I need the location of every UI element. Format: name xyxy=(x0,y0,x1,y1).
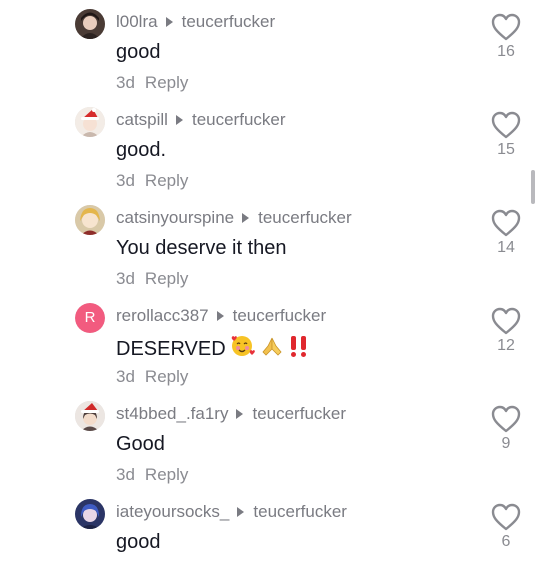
like-count: 14 xyxy=(497,239,515,256)
like-heart-icon[interactable] xyxy=(490,306,522,336)
like-count: 15 xyxy=(497,141,515,158)
comment-footer: 3d Reply xyxy=(116,269,188,289)
comment-text: good. xyxy=(116,139,167,161)
comment-item: catspill teucerfucker good. 3d Reply 15 xyxy=(0,98,540,196)
comment-item: iateyoursocks_ teucerfucker good 6 xyxy=(0,490,540,588)
reply-arrow-icon xyxy=(175,115,183,126)
like-count: 16 xyxy=(497,43,515,60)
reply-arrow-icon xyxy=(237,507,245,518)
like-heart-icon[interactable] xyxy=(490,208,522,238)
username-link[interactable]: st4bbed_.fa1ry xyxy=(116,404,228,423)
comment-meta: catspill teucerfucker xyxy=(116,109,286,131)
double-exclamation-icon xyxy=(288,334,310,364)
folded-hands-icon xyxy=(260,334,284,364)
reply-to-username[interactable]: teucerfucker xyxy=(253,502,347,521)
comment-footer: 3d Reply xyxy=(116,73,188,93)
comment-text: good xyxy=(116,41,161,63)
comment-footer: 3d Reply xyxy=(116,171,188,191)
comment-meta: st4bbed_.fa1ry teucerfucker xyxy=(116,403,346,425)
avatar-letter-icon[interactable]: R xyxy=(75,303,105,333)
comment-meta: rerollacc387 teucerfucker xyxy=(116,305,326,327)
scrollbar-thumb[interactable] xyxy=(531,170,535,204)
comment-footer: 3d Reply xyxy=(116,367,188,387)
reply-button[interactable]: Reply xyxy=(145,171,188,190)
comment-item: l00lra teucerfucker good 3d Reply 16 xyxy=(0,0,540,98)
comment-age: 3d xyxy=(116,269,135,288)
comment-meta: iateyoursocks_ teucerfucker xyxy=(116,501,347,523)
comment-meta: l00lra teucerfucker xyxy=(116,11,275,33)
avatar-letter: R xyxy=(75,303,105,333)
comment-item: R rerollacc387 teucerfucker DESERVED 3d Re… xyxy=(0,294,540,392)
avatar-santa-hat-dark-icon[interactable] xyxy=(75,401,105,431)
like-heart-icon[interactable] xyxy=(490,404,522,434)
comment-age: 3d xyxy=(116,171,135,190)
avatar-santa-hat-icon[interactable] xyxy=(75,107,105,137)
reply-button[interactable]: Reply xyxy=(145,269,188,288)
comment-age: 3d xyxy=(116,367,135,386)
like-count: 12 xyxy=(497,337,515,354)
reply-to-username[interactable]: teucerfucker xyxy=(258,208,352,227)
reply-arrow-icon xyxy=(236,409,244,420)
comment-item: st4bbed_.fa1ry teucerfucker Good 3d Reply … xyxy=(0,392,540,490)
reply-button[interactable]: Reply xyxy=(145,73,188,92)
avatar-blonde-icon[interactable] xyxy=(75,205,105,235)
username-link[interactable]: rerollacc387 xyxy=(116,306,209,325)
reply-to-username[interactable]: teucerfucker xyxy=(182,12,276,31)
comment-age: 3d xyxy=(116,73,135,92)
comment-item: catsinyourspine teucerfucker You deserve … xyxy=(0,196,540,294)
username-link[interactable]: iateyoursocks_ xyxy=(116,502,229,521)
comment-text-main: DESERVED xyxy=(116,338,226,360)
reply-to-username[interactable]: teucerfucker xyxy=(252,404,346,423)
reply-button[interactable]: Reply xyxy=(145,367,188,386)
like-heart-icon[interactable] xyxy=(490,502,522,532)
comment-text: You deserve it then xyxy=(116,237,287,259)
avatar-dark-hair-icon[interactable] xyxy=(75,9,105,39)
like-count: 9 xyxy=(501,435,511,452)
comment-age: 3d xyxy=(116,465,135,484)
comment-meta: catsinyourspine teucerfucker xyxy=(116,207,352,229)
comment-list: l00lra teucerfucker good 3d Reply 16 catsp… xyxy=(0,0,540,557)
reply-button[interactable]: Reply xyxy=(145,465,188,484)
avatar-blue-hair-icon[interactable] xyxy=(75,499,105,529)
username-link[interactable]: catspill xyxy=(116,110,168,129)
reply-arrow-icon xyxy=(242,213,250,224)
comment-footer: 3d Reply xyxy=(116,465,188,485)
like-count: 6 xyxy=(501,533,511,550)
smiling-face-with-hearts-icon xyxy=(230,334,256,364)
reply-to-username[interactable]: teucerfucker xyxy=(233,306,327,325)
like-heart-icon[interactable] xyxy=(490,12,522,42)
reply-arrow-icon xyxy=(216,311,224,322)
reply-arrow-icon xyxy=(165,17,173,28)
comment-text: good xyxy=(116,531,161,553)
comment-text: Good xyxy=(116,433,165,455)
comment-text: DESERVED xyxy=(116,334,310,364)
reply-to-username[interactable]: teucerfucker xyxy=(192,110,286,129)
like-heart-icon[interactable] xyxy=(490,110,522,140)
username-link[interactable]: l00lra xyxy=(116,12,158,31)
username-link[interactable]: catsinyourspine xyxy=(116,208,234,227)
